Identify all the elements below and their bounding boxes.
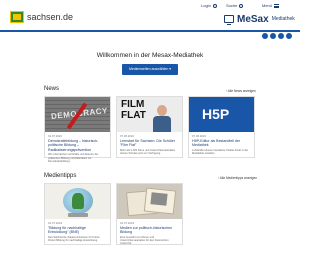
- card-description: Das Sächsische Staatsministerium für Kul…: [48, 235, 100, 243]
- democracy-image: DEMOCRACY: [45, 97, 110, 132]
- media-tip-card[interactable]: 01.07.2024 Medien zur politisch-historis…: [116, 183, 183, 245]
- social-icon[interactable]: [278, 33, 284, 39]
- sustainability-image: [45, 184, 110, 219]
- card-title[interactable]: Medien zur politisch-historischen Bildun…: [117, 225, 182, 235]
- logo-text: sachsen.de: [27, 12, 74, 22]
- news-heading: News: [44, 86, 60, 92]
- card-description: Wir unterstützen Lehrkräfte und Akteure …: [48, 153, 99, 163]
- news-card[interactable]: FILM FLAT 07.06.2024 Lernstart für Sachs…: [116, 96, 183, 158]
- card-title[interactable]: H5P-Editor als Bestandteil der Mediathek: [189, 138, 254, 148]
- h5p-logo-image: H5P: [189, 97, 254, 132]
- media-tip-card[interactable]: 01.07.2024 "Bildung für nachhaltige Entw…: [44, 183, 111, 245]
- user-icon: [212, 3, 217, 8]
- card-title[interactable]: Demokratiebildung – historisch-politisch…: [45, 138, 110, 152]
- card-description: Lehrkräfte können interaktive Inhalte di…: [192, 148, 249, 156]
- mesax-brand[interactable]: MeSax Mediathek: [224, 13, 295, 25]
- menu-link[interactable]: Menü: [262, 3, 280, 8]
- share-icon[interactable]: [262, 33, 268, 39]
- search-link[interactable]: Suche: [226, 3, 244, 8]
- login-link[interactable]: Login: [201, 3, 217, 8]
- card-description: Mehr als 2.000 Filme und Unterrichtsmate…: [120, 148, 176, 156]
- history-book-image: [117, 184, 182, 219]
- sachsen-flag-icon: [10, 11, 24, 23]
- media-tips-heading: Medientipps: [44, 173, 77, 179]
- all-media-tips-link[interactable]: Alle Medientipps anzeigen: [218, 176, 257, 180]
- card-description: Eine Auswahl von Filmen und Unterrichtsm…: [120, 235, 169, 246]
- menu-label: Menü: [262, 3, 273, 8]
- social-icon[interactable]: [270, 33, 276, 39]
- top-header: sachsen.de Login Suche Menü MeSax Mediat…: [0, 0, 300, 30]
- login-label: Login: [201, 3, 211, 8]
- social-links: [260, 32, 292, 39]
- all-news-link[interactable]: Alle News anzeigen: [226, 89, 256, 93]
- card-title[interactable]: "Bildung für nachhaltige Entwicklung" (B…: [45, 225, 110, 235]
- page-title: Willkommen in der Mesax-Mediathek: [96, 52, 204, 59]
- news-card[interactable]: DEMOCRACY 01.07.2024 Demokratiebildung –…: [44, 96, 111, 163]
- film-flat-image: FILM FLAT: [117, 97, 182, 132]
- header-divider: [0, 30, 300, 32]
- search-label: Suche: [226, 3, 238, 8]
- search-icon: [239, 3, 244, 8]
- news-card[interactable]: H5P 07.06.2024 H5P-Editor als Bestandtei…: [188, 96, 255, 158]
- brand-name: MeSax: [237, 13, 269, 25]
- brand-subtitle: Mediathek: [271, 16, 295, 22]
- social-icon[interactable]: [286, 33, 292, 39]
- select-media-worlds-button[interactable]: Medienwelten auswählen ▾: [122, 64, 178, 75]
- menu-icon: [274, 3, 280, 8]
- monitor-icon: [224, 15, 234, 25]
- card-title[interactable]: Lernstart für Sachsen: Die Schüler "Film…: [117, 138, 182, 148]
